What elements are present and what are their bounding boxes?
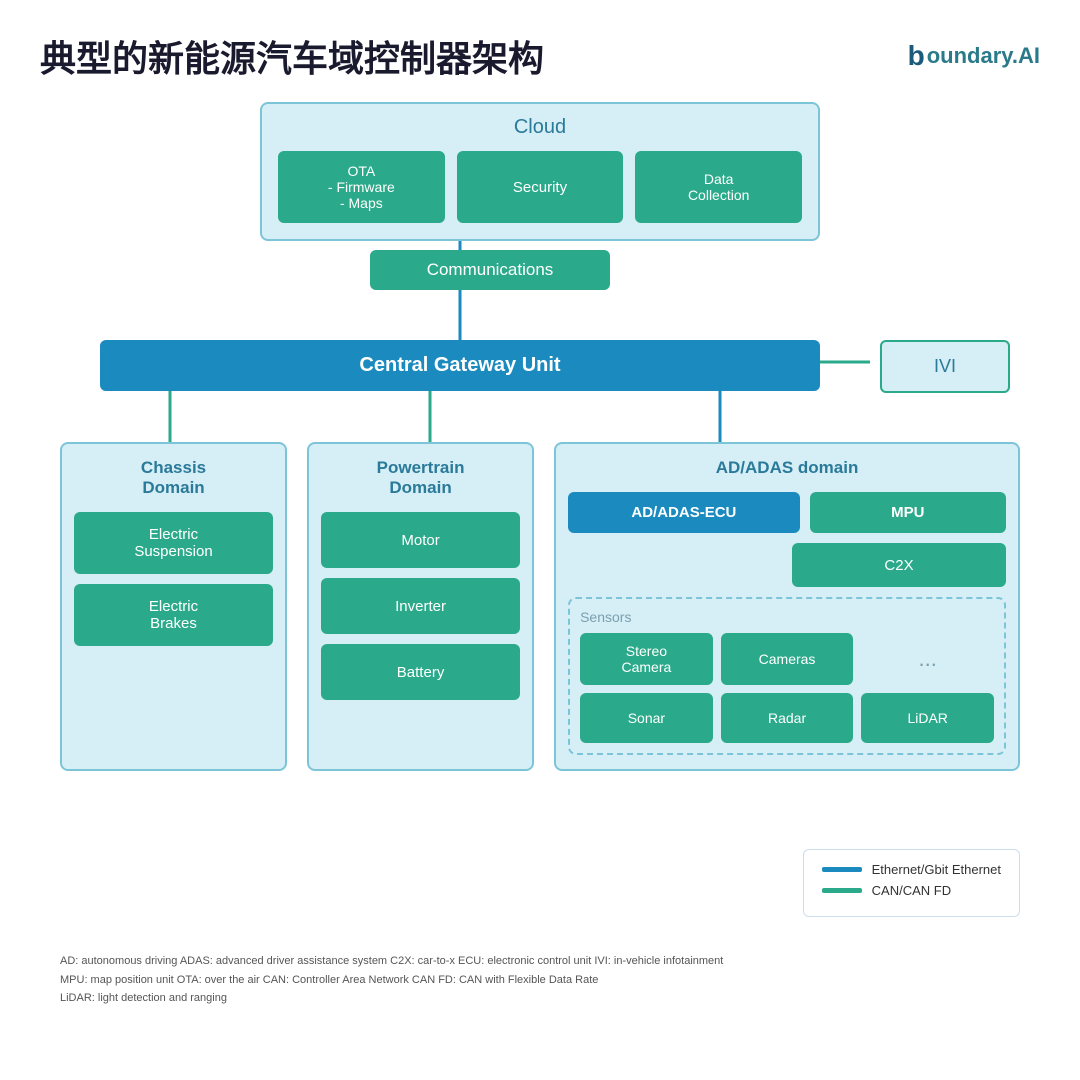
footer-line-3: LiDAR: light detection and ranging xyxy=(60,989,1020,1008)
sonar-item: Sonar xyxy=(580,693,713,743)
legend-line-ethernet xyxy=(822,867,862,872)
battery-item: Battery xyxy=(321,644,520,700)
radar-item: Radar xyxy=(721,693,854,743)
page-container: 典型的新能源汽车域控制器架构 boundary.AI Cloud OTA - F… xyxy=(0,0,1080,1080)
logo-text: oundary.AI xyxy=(927,43,1040,69)
cloud-item-data: Data Collection xyxy=(635,151,802,223)
legend-ethernet-label: Ethernet/Gbit Ethernet xyxy=(872,862,1001,877)
cloud-item-security: Security xyxy=(457,151,624,223)
sensors-label: Sensors xyxy=(580,609,994,625)
legend: Ethernet/Gbit Ethernet CAN/CAN FD xyxy=(803,849,1020,917)
communications-box: Communications xyxy=(370,250,610,290)
footer-notes: AD: autonomous driving ADAS: advanced dr… xyxy=(60,952,1020,1008)
legend-ethernet: Ethernet/Gbit Ethernet xyxy=(822,862,1001,877)
chassis-title: Chassis Domain xyxy=(74,458,273,498)
electric-suspension-item: Electric Suspension xyxy=(74,512,273,574)
powertrain-domain: Powertrain Domain Motor Inverter Battery xyxy=(307,442,534,771)
domains-container: Chassis Domain Electric Suspension Elect… xyxy=(60,442,1020,771)
sensors-box: Sensors Stereo Camera Cameras ... Sonar … xyxy=(568,597,1006,755)
page-title: 典型的新能源汽车域控制器架构 xyxy=(40,30,544,82)
legend-can-label: CAN/CAN FD xyxy=(872,883,951,898)
powertrain-title: Powertrain Domain xyxy=(321,458,520,498)
cgu-box: Central Gateway Unit xyxy=(100,340,820,391)
adas-ecu: AD/ADAS-ECU xyxy=(568,492,800,533)
cloud-box: Cloud OTA - Firmware - Maps Security Dat… xyxy=(260,102,820,241)
motor-item: Motor xyxy=(321,512,520,568)
dots-item: ... xyxy=(861,633,994,685)
legend-can: CAN/CAN FD xyxy=(822,883,1001,898)
c2x-box: C2X xyxy=(792,543,1006,587)
electric-brakes-item: Electric Brakes xyxy=(74,584,273,646)
adas-domain: AD/ADAS domain AD/ADAS-ECU MPU C2X Senso… xyxy=(554,442,1020,771)
cloud-items: OTA - Firmware - Maps Security Data Coll… xyxy=(278,151,802,223)
ivi-box: IVI xyxy=(880,340,1010,393)
header: 典型的新能源汽车域控制器架构 boundary.AI xyxy=(40,30,1040,82)
adas-title: AD/ADAS domain xyxy=(568,458,1006,478)
inverter-item: Inverter xyxy=(321,578,520,634)
logo-b-icon: b xyxy=(908,40,925,72)
footer-line-1: AD: autonomous driving ADAS: advanced dr… xyxy=(60,952,1020,971)
footer-line-2: MPU: map position unit OTA: over the air… xyxy=(60,971,1020,990)
cameras-item: Cameras xyxy=(721,633,854,685)
lidar-item: LiDAR xyxy=(861,693,994,743)
logo: boundary.AI xyxy=(908,40,1040,72)
adas-top-row: AD/ADAS-ECU MPU xyxy=(568,492,1006,533)
cloud-title: Cloud xyxy=(278,116,802,139)
legend-line-can xyxy=(822,888,862,893)
cloud-item-ota: OTA - Firmware - Maps xyxy=(278,151,445,223)
diagram: Cloud OTA - Firmware - Maps Security Dat… xyxy=(40,102,1040,1022)
chassis-domain: Chassis Domain Electric Suspension Elect… xyxy=(60,442,287,771)
sensors-grid: Stereo Camera Cameras ... Sonar Radar Li… xyxy=(580,633,994,743)
adas-mpu: MPU xyxy=(810,492,1006,533)
stereo-camera-item: Stereo Camera xyxy=(580,633,713,685)
